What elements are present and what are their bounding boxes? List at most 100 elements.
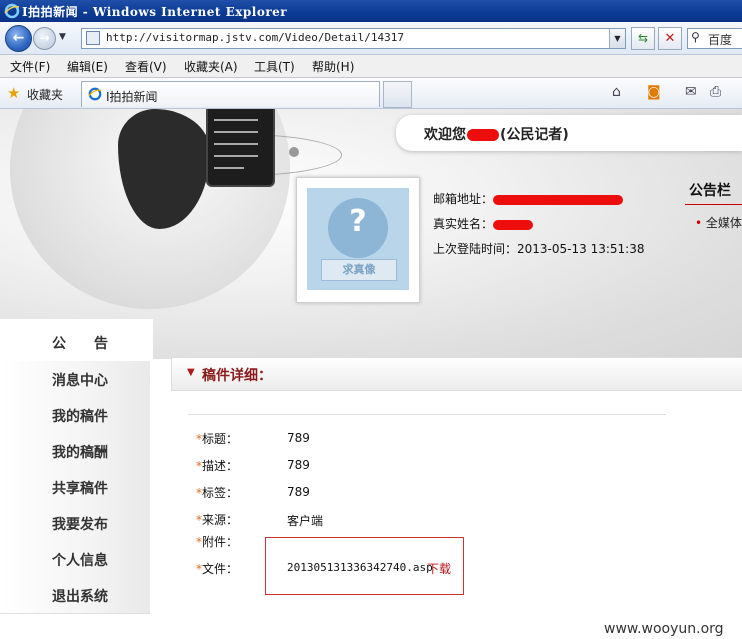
nav-my-manuscripts[interactable]: 我的稿件 [0,397,150,434]
window-titlebar[interactable]: I拍拍新闻 - Windows Internet Explorer [0,0,742,22]
welcome-banner: 欢迎您 (公民记者) [396,115,742,151]
address-toolbar: ← → ▼ http://visitormap.jstv.com/Video/D… [0,22,742,55]
print-icon[interactable]: ⎙ [710,84,721,100]
window-title: I拍拍新闻 - Windows Internet Explorer [22,5,288,19]
field-description: *描述： [196,457,238,474]
file-name: 201305131336342740.asp [287,561,433,574]
field-label: 标签： [202,486,239,500]
menu-favorites[interactable]: 收藏夹(A) [184,58,238,75]
mail-icon[interactable]: ✉ [685,84,697,100]
watermark: www.wooyun.org [604,621,724,637]
phone-line [214,119,258,121]
realname-label: 真实姓名： [433,217,494,231]
nav-profile[interactable]: 个人信息 [0,541,150,578]
phone-line [214,131,258,133]
nav-shared-manuscripts[interactable]: 共享稿件 [0,469,150,506]
phone-graphic [206,109,275,187]
redacted-realname [493,219,534,230]
field-title: *标题： [196,430,238,447]
stop-button[interactable]: ✕ [658,27,682,50]
browser-tab[interactable]: I拍拍新闻 [81,81,380,107]
menu-help[interactable]: 帮助(H) [312,58,354,75]
search-box[interactable]: ⚲ 百度 [687,28,742,49]
email-label: 邮箱地址： [433,192,494,206]
field-value: 客户端 [287,514,324,528]
field-tags: *标签： [196,484,238,501]
arrow-left-icon: ← [12,30,25,46]
welcome-suffix: (公民记者) [500,127,569,143]
field-source: *来源： [196,511,238,528]
lastlogin-label: 上次登陆时间： [433,242,518,256]
field-label: 标题： [202,432,239,446]
nav-header: 公 告 [52,336,108,352]
menu-view[interactable]: 查看(V) [125,58,167,75]
lastlogin-value: 2013-05-13 13:51:38 [517,242,645,256]
field-label: 文件： [202,562,239,576]
field-label: 来源： [202,513,239,527]
notice-item[interactable]: • 全媒体 [695,214,742,231]
nav-publish[interactable]: 我要发布 [0,505,150,542]
notice-underline [685,204,742,205]
menu-edit[interactable]: 编辑(E) [67,58,108,75]
redacted-email [493,194,624,205]
rss-icon[interactable]: ◙ [647,84,661,100]
star-icon[interactable]: ★ [7,84,20,102]
search-icon: ⚲ [691,30,700,44]
detail-title: 稿件详细： [202,368,272,384]
field-value: 789 [287,458,310,472]
menu-file[interactable]: 文件(F) [10,58,50,75]
nav-message-center[interactable]: 消息中心 [0,361,150,398]
notice-board: 公告栏 [675,168,742,208]
tab-title: I拍拍新闻 [106,90,158,104]
close-icon: ✕ [664,31,676,46]
home-icon[interactable]: ⌂ [612,84,621,100]
ie-logo-icon [88,87,102,101]
field-value: 789 [287,485,310,499]
refresh-icon: ⇆ [637,31,649,45]
address-dropdown-icon[interactable]: ▼ [609,29,625,48]
download-link[interactable]: 下载 [427,560,451,577]
field-attachment: *附件： [196,533,238,550]
arrow-right-icon: → [39,31,50,45]
phone-line [214,155,258,157]
separator [188,414,666,415]
field-value: 789 [287,431,310,445]
favorites-button[interactable]: 收藏夹 [27,86,63,103]
page-icon [86,31,100,45]
bullet-icon: • [695,216,703,230]
back-button[interactable]: ← [5,25,32,52]
web-page: 欢迎您 (公民记者) ? 求真像 邮箱地址： 真实姓名： 上次登陆时间：2013-… [0,109,742,639]
nav-my-payments[interactable]: 我的稿酬 [0,433,150,470]
menu-bar: 文件(F) 编辑(E) 查看(V) 收藏夹(A) 工具(T) 帮助(H) [0,55,742,78]
favorites-bar: ★ 收藏夹 I拍拍新闻 ⌂ ◙ ✉ ⎙ [0,78,742,109]
notice-title: 公告栏 [689,183,731,199]
detail-header: ▼ 稿件详细： [171,357,742,391]
realname-row: 真实姓名： [433,215,534,232]
redacted-username [467,129,499,141]
avatar-sign: 求真像 [321,259,397,281]
refresh-button[interactable]: ⇆ [631,27,655,50]
avatar: ? 求真像 [307,188,409,290]
field-file: *文件： [196,560,238,577]
lastlogin-row: 上次登陆时间：2013-05-13 13:51:38 [433,240,644,257]
address-url: http://visitormap.jstv.com/Video/Detail/… [106,31,405,44]
triangle-down-icon: ▼ [187,367,195,378]
question-mark-icon: ? [349,204,367,239]
forward-button[interactable]: → [33,27,56,50]
field-label: 附件： [202,535,239,549]
email-row: 邮箱地址： [433,190,624,207]
ie-logo-icon [4,3,20,19]
search-provider-label: 百度 [708,33,733,47]
history-dropdown-icon[interactable]: ▼ [59,32,66,42]
welcome-prefix: 欢迎您 [424,127,466,143]
new-tab-button[interactable] [383,81,412,108]
phone-line [214,167,244,169]
menu-tools[interactable]: 工具(T) [254,58,295,75]
nav-logout[interactable]: 退出系统 [0,577,150,614]
phone-line [214,143,258,145]
orbit-dot [289,147,299,157]
field-label: 描述： [202,459,239,473]
address-input[interactable]: http://visitormap.jstv.com/Video/Detail/… [81,28,626,49]
welcome-text: 欢迎您 (公民记者) [424,124,569,144]
avatar-frame: ? 求真像 [296,177,420,303]
